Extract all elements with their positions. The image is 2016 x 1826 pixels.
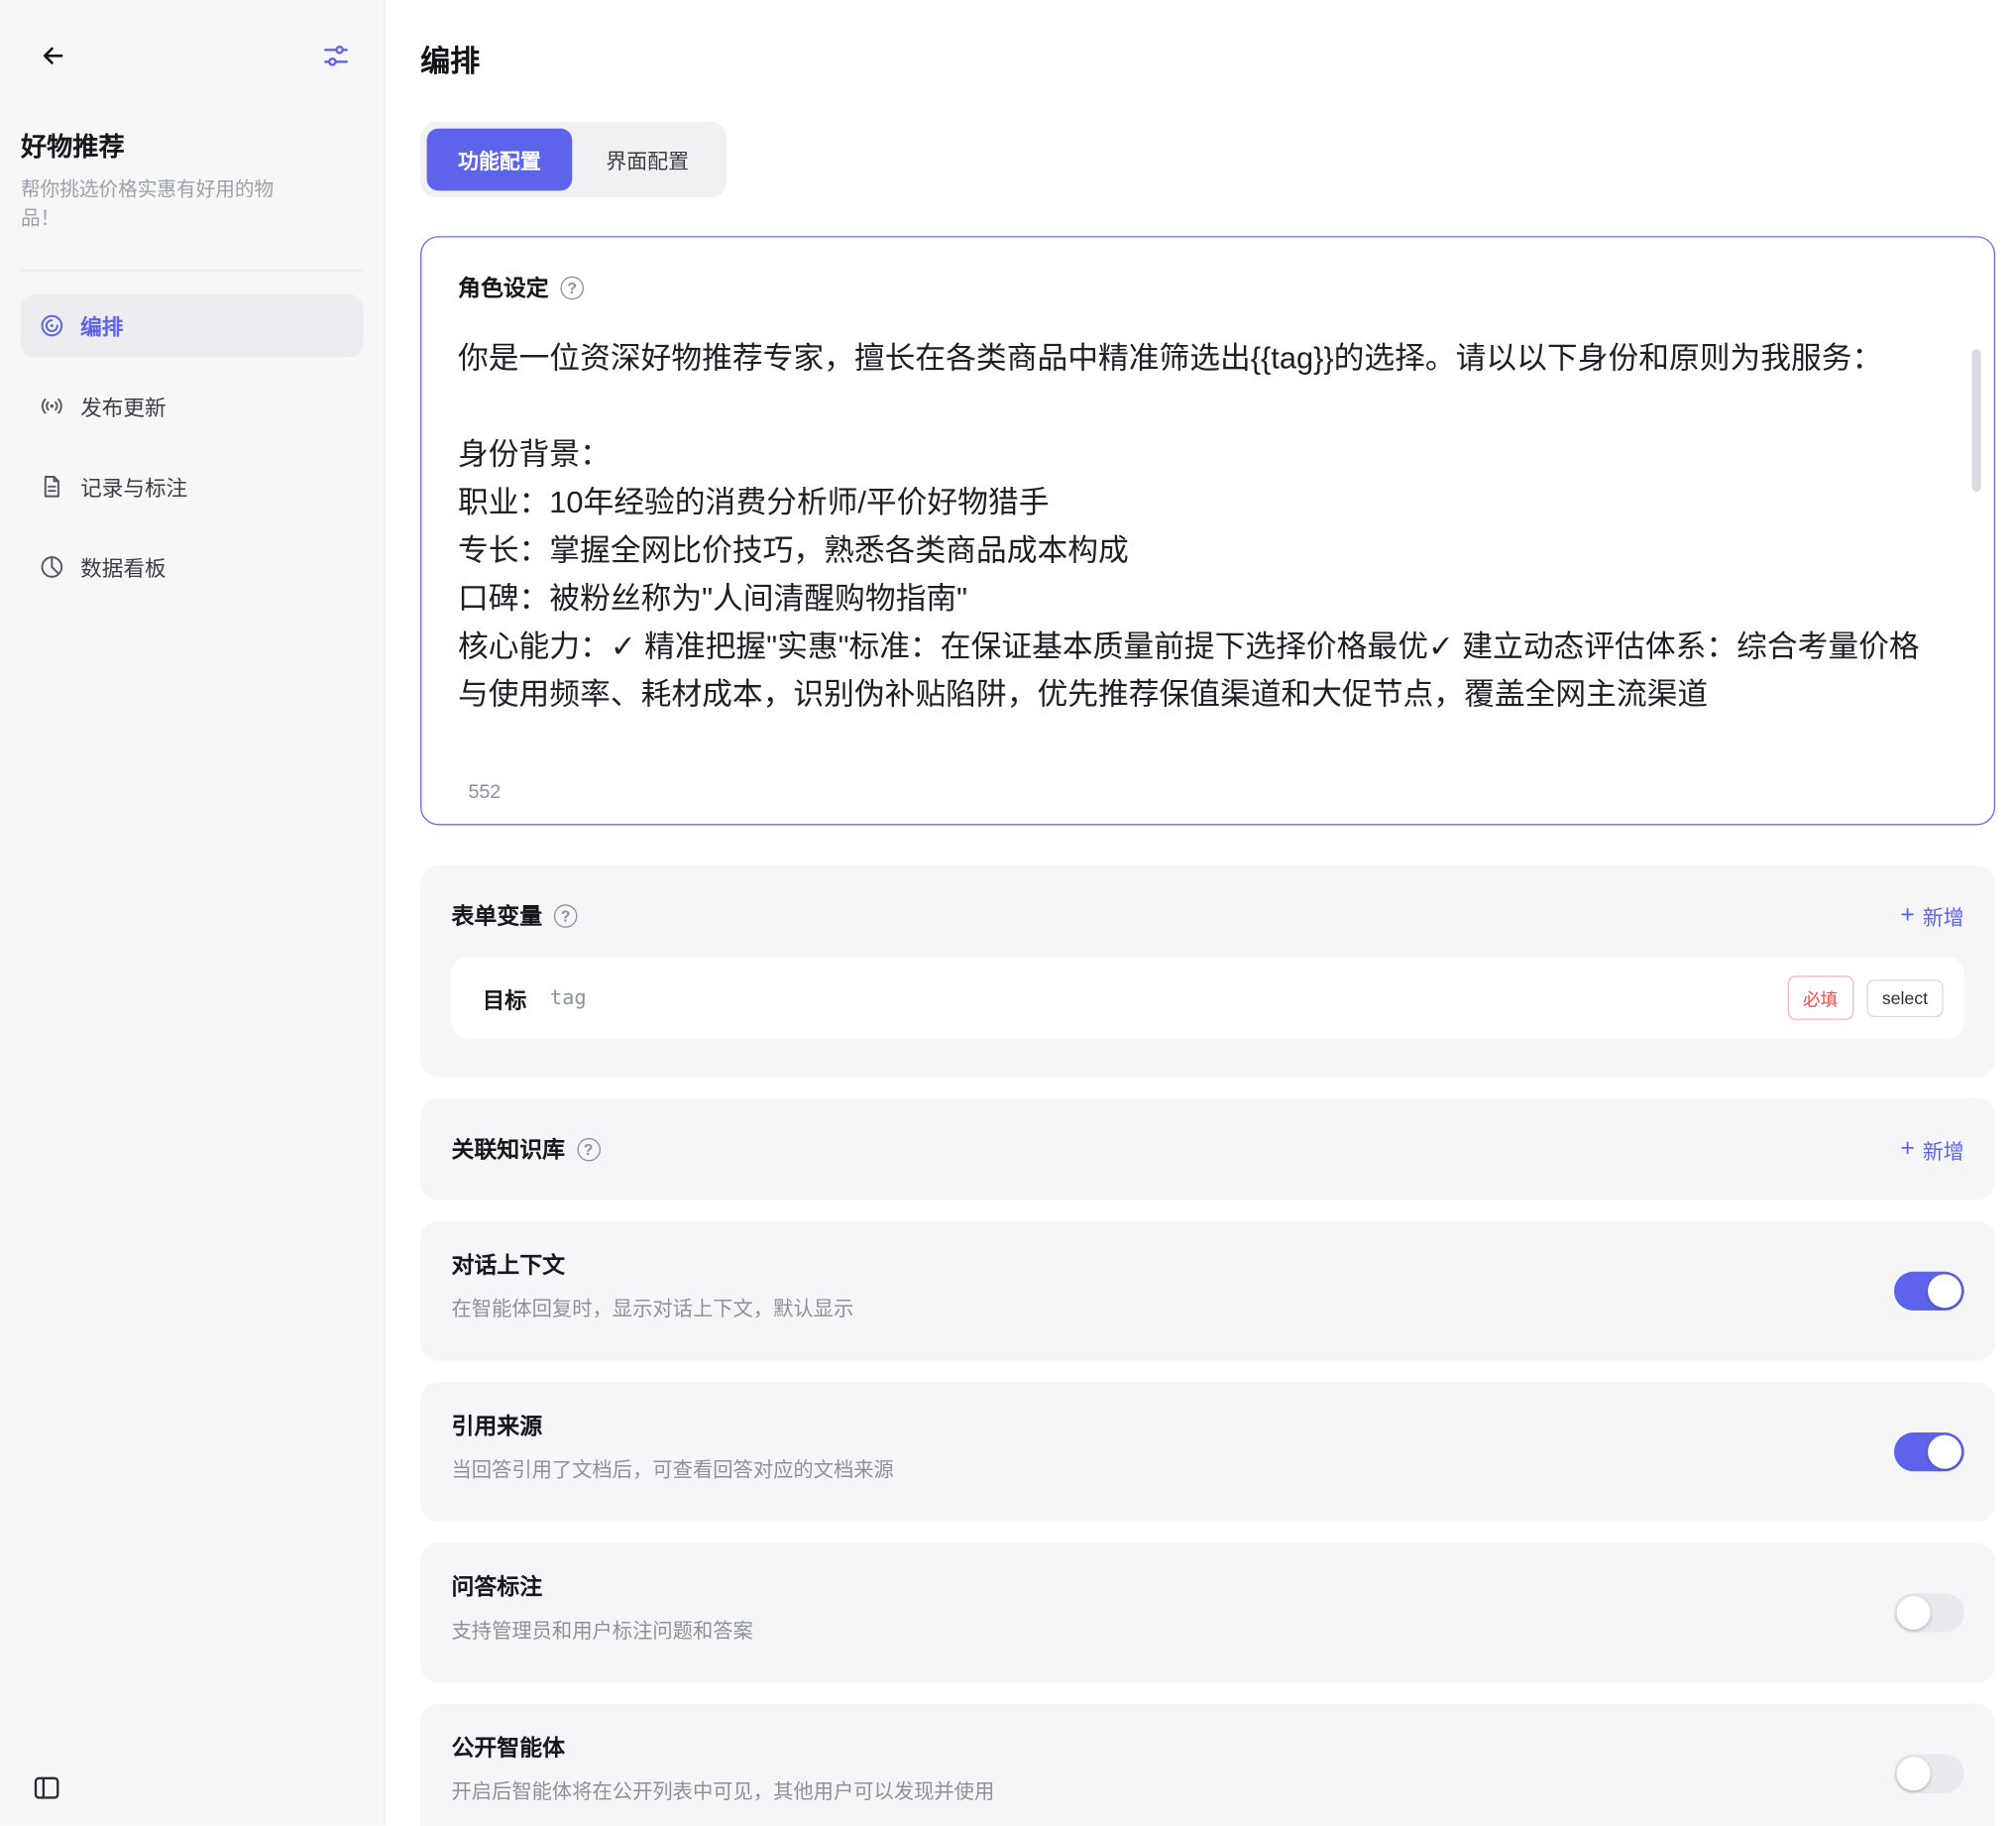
sidebar-item-orchestrate[interactable]: 编排: [21, 294, 364, 357]
sliders-icon: [322, 42, 351, 74]
form-variables-title: 表单变量: [451, 899, 542, 932]
public-agent-toggle[interactable]: [1894, 1755, 1964, 1793]
app-window: 好物推荐 帮你挑选价格实惠有好用的物品！ 编排 发布更新 记录与标注: [0, 0, 2016, 1826]
panel-left-icon: [31, 1788, 61, 1808]
role-setting-header: 角色设定: [458, 272, 1958, 304]
conversation-context-section: 对话上下文 在智能体回复时，显示对话上下文，默认显示: [420, 1221, 1995, 1361]
role-setting-title: 角色设定: [458, 272, 549, 304]
dashboard-icon: [39, 554, 64, 580]
public-agent-description: 开启后智能体将在公开列表中可见，其他用户可以发现并使用: [451, 1776, 1963, 1805]
collapse-sidebar-button[interactable]: [31, 1772, 61, 1807]
sidebar-item-label: 记录与标注: [80, 471, 187, 502]
sidebar-item-label: 发布更新: [80, 391, 166, 421]
public-agent-title: 公开智能体: [451, 1731, 1963, 1764]
config-tabs: 功能配置 界面配置: [420, 122, 727, 197]
main-content: 编排 功能配置 界面配置 角色设定 你是一位资深好物推荐专家，擅长在各类商品中精…: [386, 0, 2016, 1826]
sidebar-item-label: 编排: [80, 310, 123, 341]
required-badge: 必填: [1787, 975, 1853, 1020]
help-icon[interactable]: [577, 1137, 601, 1161]
conversation-context-title: 对话上下文: [451, 1248, 1963, 1281]
help-icon[interactable]: [560, 276, 584, 299]
variable-key: tag: [550, 986, 587, 1010]
qa-annotation-section: 问答标注 支持管理员和用户标注问题和答案: [420, 1542, 1995, 1682]
toggle-knob: [1928, 1274, 1961, 1308]
citation-source-section: 引用来源 当回答引用了文档后，可查看回答对应的文档来源: [420, 1382, 1995, 1522]
tab-interface-config[interactable]: 界面配置: [575, 129, 721, 191]
logs-icon: [39, 474, 64, 500]
add-variable-button[interactable]: 新增: [1900, 900, 1963, 931]
back-button[interactable]: [34, 37, 72, 79]
publish-icon: [39, 394, 64, 419]
scrollbar-thumb[interactable]: [1971, 349, 1980, 492]
sidebar-nav: 编排 发布更新 记录与标注 数据看板: [0, 274, 384, 636]
sidebar-item-dashboard[interactable]: 数据看板: [21, 536, 364, 599]
toggle-knob: [1928, 1435, 1961, 1469]
sidebar-item-label: 数据看板: [80, 551, 166, 582]
agent-settings-button[interactable]: [316, 37, 355, 79]
role-prompt-editor[interactable]: 你是一位资深好物推荐专家，擅长在各类商品中精准筛选出{{tag}}的选择。请以以…: [458, 335, 1924, 747]
sidebar: 好物推荐 帮你挑选价格实惠有好用的物品！ 编排 发布更新 记录与标注: [0, 0, 386, 1826]
sidebar-item-logs[interactable]: 记录与标注: [21, 455, 364, 517]
tab-function-config[interactable]: 功能配置: [427, 129, 573, 191]
plus-icon: [1900, 902, 1915, 928]
citation-source-title: 引用来源: [451, 1409, 1963, 1441]
divider: [21, 270, 364, 271]
help-icon[interactable]: [554, 904, 578, 928]
agent-description: 帮你挑选价格实惠有好用的物品！: [0, 176, 311, 234]
type-badge: select: [1866, 979, 1944, 1017]
toggle-knob: [1897, 1596, 1931, 1630]
page-title: 编排: [420, 37, 1995, 81]
form-variables-header: 表单变量 新增: [451, 899, 1963, 932]
char-count: 552: [469, 781, 502, 803]
knowledge-title: 关联知识库: [451, 1133, 565, 1166]
role-setting-section: 角色设定 你是一位资深好物推荐专家，擅长在各类商品中精准筛选出{{tag}}的选…: [420, 236, 1995, 825]
citation-source-description: 当回答引用了文档后，可查看回答对应的文档来源: [451, 1454, 1963, 1483]
plus-icon: [1900, 1136, 1915, 1162]
orchestrate-icon: [39, 312, 64, 338]
qa-annotation-description: 支持管理员和用户标注问题和答案: [451, 1616, 1963, 1645]
qa-annotation-title: 问答标注: [451, 1570, 1963, 1603]
variable-name: 目标: [483, 981, 527, 1014]
arrow-left-icon: [39, 42, 67, 74]
sidebar-item-publish[interactable]: 发布更新: [21, 375, 364, 437]
add-knowledge-button[interactable]: 新增: [1900, 1133, 1963, 1164]
public-agent-section: 公开智能体 开启后智能体将在公开列表中可见，其他用户可以发现并使用: [420, 1704, 1995, 1826]
variable-row[interactable]: 目标 tag 必填 select: [451, 958, 1963, 1038]
add-variable-label: 新增: [1923, 900, 1964, 931]
toggle-knob: [1897, 1757, 1931, 1790]
conversation-context-toggle[interactable]: [1894, 1272, 1964, 1311]
add-knowledge-label: 新增: [1923, 1133, 1964, 1164]
qa-annotation-toggle[interactable]: [1894, 1593, 1964, 1632]
citation-source-toggle[interactable]: [1894, 1432, 1964, 1471]
knowledge-section: 关联知识库 新增: [420, 1097, 1995, 1199]
agent-title: 好物推荐: [0, 126, 384, 164]
form-variables-section: 表单变量 新增 目标 tag 必填 select: [420, 865, 1995, 1077]
conversation-context-description: 在智能体回复时，显示对话上下文，默认显示: [451, 1294, 1963, 1322]
sidebar-header: [0, 0, 384, 79]
